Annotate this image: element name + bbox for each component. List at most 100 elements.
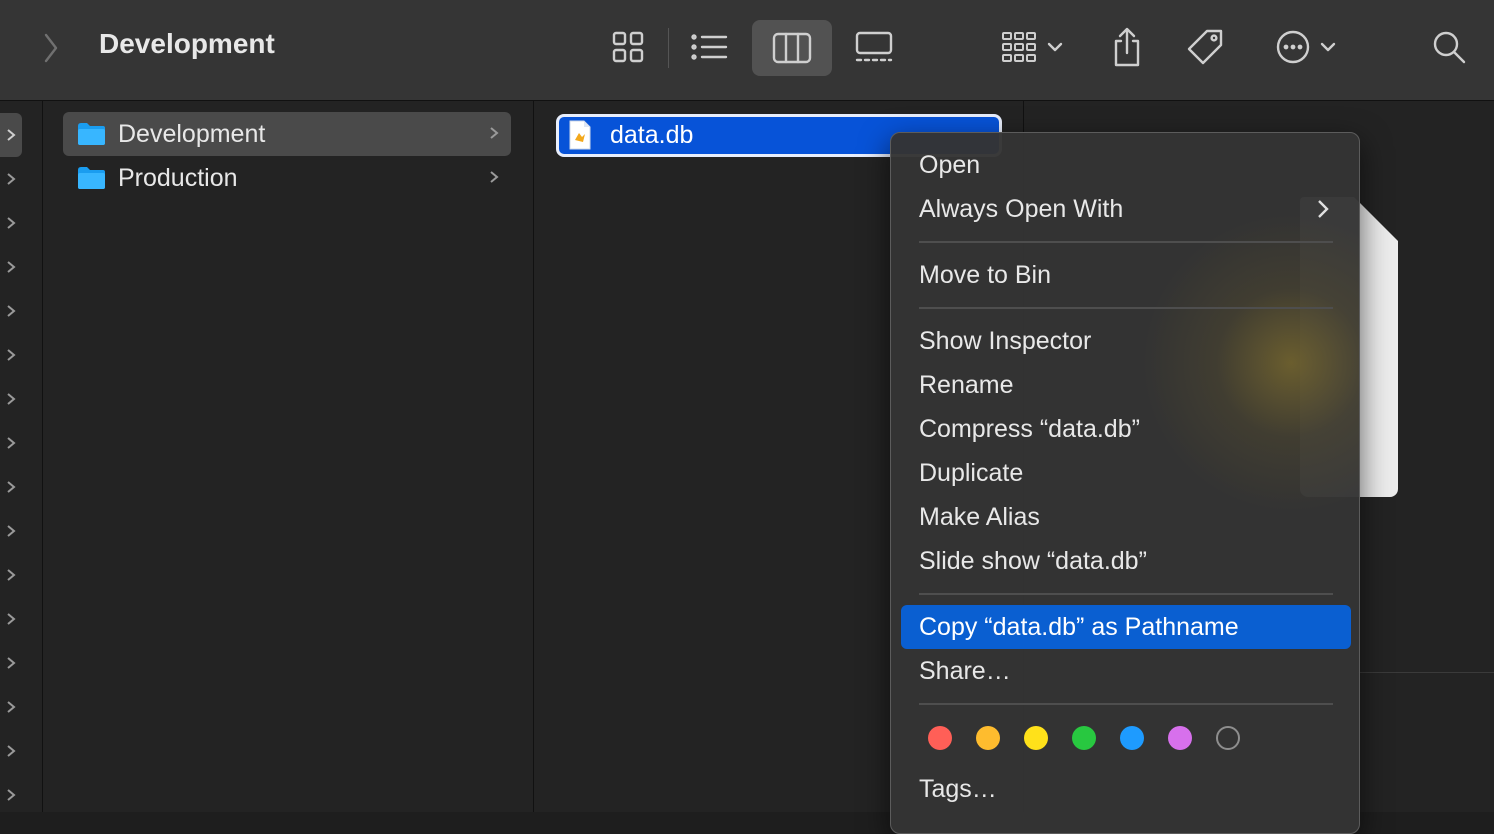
file-label: data.db — [610, 121, 694, 149]
chevron-right-icon — [7, 481, 16, 493]
chevron-right-icon — [7, 305, 16, 317]
menu-item-open[interactable]: Open — [901, 143, 1351, 187]
group-button[interactable] — [992, 22, 1072, 72]
menu-item-label: Show Inspector — [919, 327, 1092, 355]
row-chevron[interactable] — [0, 113, 22, 157]
row-chevron[interactable] — [0, 201, 22, 245]
menu-separator — [919, 241, 1333, 243]
row-chevron[interactable] — [0, 465, 22, 509]
menu-item-label: Open — [919, 151, 981, 179]
menu-item-move-to-bin[interactable]: Move to Bin — [901, 253, 1351, 297]
chevron-right-icon — [1318, 200, 1329, 218]
menu-separator — [919, 307, 1333, 309]
chevron-left-icon — [44, 33, 58, 63]
group-grid-icon — [1002, 32, 1036, 62]
menu-item-label: Share… — [919, 657, 1011, 685]
gallery-icon — [855, 31, 893, 62]
preview-divider — [1358, 672, 1494, 673]
parent-column — [0, 101, 43, 812]
tag-yellow-dot[interactable] — [1024, 726, 1048, 750]
row-chevron[interactable] — [0, 421, 22, 465]
row-chevron[interactable] — [0, 773, 22, 817]
window-title: Development — [99, 28, 275, 59]
columns-icon — [772, 32, 812, 64]
chevron-right-icon — [490, 171, 499, 183]
row-chevron[interactable] — [0, 553, 22, 597]
list-item-folder[interactable]: Production — [63, 156, 511, 200]
menu-item-copy-pathname[interactable]: Copy “data.db” as Pathname — [901, 605, 1351, 649]
tag-blue-dot[interactable] — [1120, 726, 1144, 750]
list-icon — [691, 34, 728, 60]
row-chevron[interactable] — [0, 597, 22, 641]
row-chevron[interactable] — [0, 245, 22, 289]
list-item-folder[interactable]: Development — [63, 112, 511, 156]
toolbar: Development — [0, 0, 1494, 101]
share-icon — [1114, 27, 1140, 67]
share-button[interactable] — [1104, 22, 1150, 72]
grid-icon — [612, 31, 644, 63]
chevron-right-icon — [7, 437, 16, 449]
row-chevron[interactable] — [0, 289, 22, 333]
chevron-right-icon — [7, 657, 16, 669]
row-chevron[interactable] — [0, 333, 22, 377]
chevron-right-icon — [7, 745, 16, 757]
folder-icon — [78, 123, 105, 145]
chevron-right-icon — [7, 701, 16, 713]
chevron-right-icon — [7, 173, 16, 185]
menu-item-label: Copy “data.db” as Pathname — [919, 613, 1239, 641]
chevron-down-icon — [1047, 42, 1063, 52]
list-view-button[interactable] — [684, 22, 736, 72]
toolbar-divider — [668, 28, 669, 68]
menu-item-duplicate[interactable]: Duplicate — [901, 451, 1351, 495]
menu-item-label: Always Open With — [919, 195, 1124, 223]
chevron-right-icon — [490, 127, 499, 139]
chevron-down-icon — [1320, 42, 1336, 52]
menu-item-label: Duplicate — [919, 459, 1024, 487]
menu-item-share[interactable]: Share… — [901, 649, 1351, 693]
more-actions-button[interactable] — [1266, 22, 1346, 72]
menu-item-label: Tags… — [919, 775, 997, 803]
row-chevron[interactable] — [0, 157, 22, 201]
tag-icon — [1187, 29, 1223, 65]
ellipsis-circle-icon — [1276, 30, 1310, 64]
search-button[interactable] — [1424, 22, 1474, 72]
database-file-icon — [569, 120, 591, 150]
tag-purple-dot[interactable] — [1168, 726, 1192, 750]
row-chevron[interactable] — [0, 685, 22, 729]
tag-gray-dot[interactable] — [1216, 726, 1240, 750]
folder-label: Development — [118, 119, 266, 148]
menu-item-rename[interactable]: Rename — [901, 363, 1351, 407]
tag-green-dot[interactable] — [1072, 726, 1096, 750]
row-chevron[interactable] — [0, 729, 22, 773]
folder-icon — [78, 167, 105, 189]
back-button[interactable] — [34, 28, 66, 68]
chevron-right-icon — [7, 393, 16, 405]
menu-item-label: Rename — [919, 371, 1014, 399]
row-chevron[interactable] — [0, 641, 22, 685]
menu-item-show-inspector[interactable]: Show Inspector — [901, 319, 1351, 363]
menu-item-label: Make Alias — [919, 503, 1040, 531]
menu-item-label: Move to Bin — [919, 261, 1052, 289]
menu-item-make-alias[interactable]: Make Alias — [901, 495, 1351, 539]
icon-view-button[interactable] — [604, 22, 652, 72]
row-chevron[interactable] — [0, 377, 22, 421]
chevron-right-icon — [7, 613, 16, 625]
search-icon — [1433, 31, 1466, 64]
preview-corner — [1354, 197, 1398, 241]
row-chevron[interactable] — [0, 509, 22, 553]
menu-item-compress[interactable]: Compress “data.db” — [901, 407, 1351, 451]
menu-separator — [919, 703, 1333, 705]
menu-separator — [919, 593, 1333, 595]
tag-orange-dot[interactable] — [976, 726, 1000, 750]
tag-button[interactable] — [1180, 22, 1230, 72]
menu-item-slide-show[interactable]: Slide show “data.db” — [901, 539, 1351, 583]
folders-column: Development Production — [43, 101, 534, 812]
tag-red-dot[interactable] — [928, 726, 952, 750]
chevron-right-icon — [7, 129, 16, 141]
menu-item-tags[interactable]: Tags… — [901, 767, 1351, 811]
gallery-view-button[interactable] — [850, 22, 898, 72]
chevron-right-icon — [7, 217, 16, 229]
menu-item-always-open-with[interactable]: Always Open With — [901, 187, 1351, 231]
column-view-button[interactable] — [752, 20, 832, 76]
chevron-right-icon — [7, 569, 16, 581]
